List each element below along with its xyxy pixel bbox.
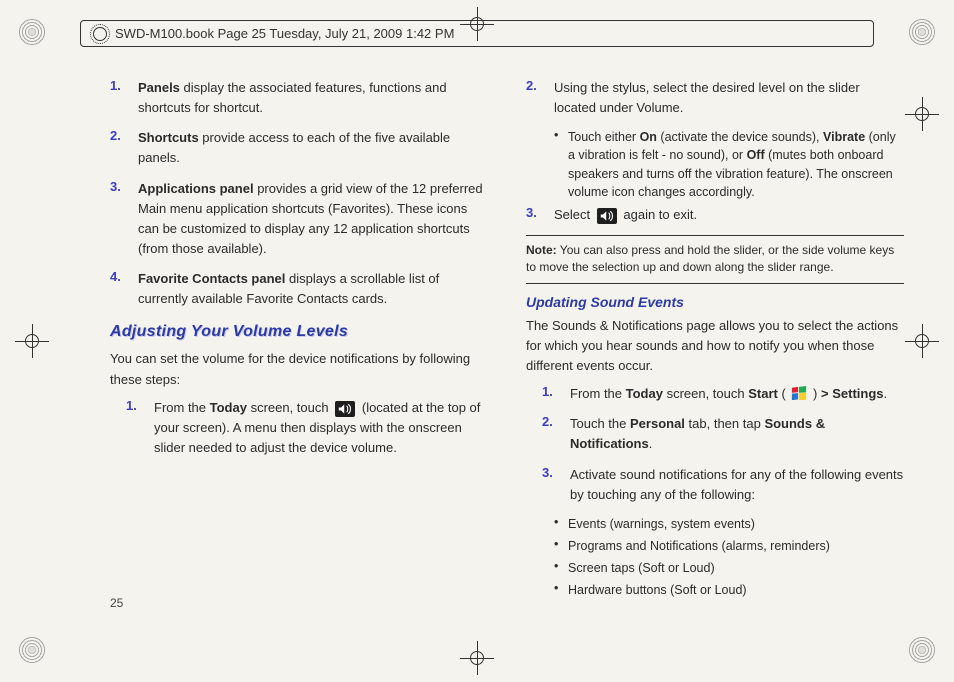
- sub-bullet: •Programs and Notifications (alarms, rem…: [554, 537, 904, 555]
- item-text: Applications panel provides a grid view …: [138, 179, 488, 260]
- sub-bullet: •Hardware buttons (Soft or Loud): [554, 581, 904, 599]
- item-number: 2.: [542, 414, 570, 454]
- paragraph: You can set the volume for the device no…: [110, 349, 488, 389]
- speaker-icon: [597, 208, 617, 224]
- paragraph: The Sounds & Notifications page allows y…: [526, 316, 904, 376]
- list-item: 3. Activate sound notifications for any …: [542, 465, 904, 505]
- item-text: Shortcuts provide access to each of the …: [138, 128, 488, 168]
- item-text: From the Today screen, touch Start ( ) >…: [570, 384, 904, 404]
- item-number: 2.: [110, 128, 138, 168]
- item-number: 4.: [110, 269, 138, 309]
- page-header-bar: SWD-M100.book Page 25 Tuesday, July 21, …: [80, 20, 874, 47]
- speaker-icon: [335, 401, 355, 417]
- list-item: 1. Panels display the associated feature…: [110, 78, 488, 118]
- sub-heading: Updating Sound Events: [526, 294, 904, 310]
- item-number: 1.: [110, 78, 138, 118]
- bullet-text: Screen taps (Soft or Loud): [568, 559, 904, 577]
- list-item: 3. Select again to exit.: [526, 205, 904, 225]
- item-text: Activate sound notifications for any of …: [570, 465, 904, 505]
- item-text: Panels display the associated features, …: [138, 78, 488, 118]
- item-number: 1.: [126, 398, 154, 458]
- sub-bullet: • Touch either On (activate the device s…: [554, 128, 904, 201]
- right-column: 2. Using the stylus, select the desired …: [526, 78, 904, 612]
- item-number: 3.: [542, 465, 570, 505]
- item-number: 2.: [526, 78, 554, 118]
- registration-mark: [908, 18, 936, 46]
- item-number: 3.: [526, 205, 554, 225]
- note-block: Note: You can also press and hold the sl…: [526, 235, 904, 284]
- section-heading: Adjusting Your Volume Levels: [110, 323, 488, 341]
- list-item: 1. From the Today screen, touch (located…: [126, 398, 488, 458]
- crop-cross-icon: [908, 327, 936, 355]
- list-item: 2. Shortcuts provide access to each of t…: [110, 128, 488, 168]
- crop-cross-icon: [463, 644, 491, 672]
- bullet-text: Hardware buttons (Soft or Loud): [568, 581, 904, 599]
- left-column: 1. Panels display the associated feature…: [110, 78, 488, 612]
- item-number: 3.: [110, 179, 138, 260]
- sub-bullet: •Events (warnings, system events): [554, 515, 904, 533]
- registration-mark: [18, 18, 46, 46]
- document-icon: [93, 27, 107, 41]
- list-item: 4. Favorite Contacts panel displays a sc…: [110, 269, 488, 309]
- bullet-text: Events (warnings, system events): [568, 515, 904, 533]
- list-item: 2. Using the stylus, select the desired …: [526, 78, 904, 118]
- crop-cross-icon: [18, 327, 46, 355]
- page-number: 25: [110, 596, 123, 610]
- header-text: SWD-M100.book Page 25 Tuesday, July 21, …: [115, 26, 454, 41]
- registration-mark: [18, 636, 46, 664]
- registration-mark: [908, 636, 936, 664]
- bullet-dot: •: [554, 128, 568, 201]
- list-item: 2. Touch the Personal tab, then tap Soun…: [542, 414, 904, 454]
- crop-cross-icon: [908, 100, 936, 128]
- windows-flag-icon: [791, 386, 807, 400]
- page-body: 1. Panels display the associated feature…: [110, 78, 904, 612]
- item-text: Select again to exit.: [554, 205, 904, 225]
- item-text: From the Today screen, touch (located at…: [154, 398, 488, 458]
- sub-bullet: •Screen taps (Soft or Loud): [554, 559, 904, 577]
- item-number: 1.: [542, 384, 570, 404]
- list-item: 3. Applications panel provides a grid vi…: [110, 179, 488, 260]
- item-text: Using the stylus, select the desired lev…: [554, 78, 904, 118]
- bullet-text: Programs and Notifications (alarms, remi…: [568, 537, 904, 555]
- item-text: Favorite Contacts panel displays a scrol…: [138, 269, 488, 309]
- bullet-text: Touch either On (activate the device sou…: [568, 128, 904, 201]
- list-item: 1. From the Today screen, touch Start ( …: [542, 384, 904, 404]
- item-text: Touch the Personal tab, then tap Sounds …: [570, 414, 904, 454]
